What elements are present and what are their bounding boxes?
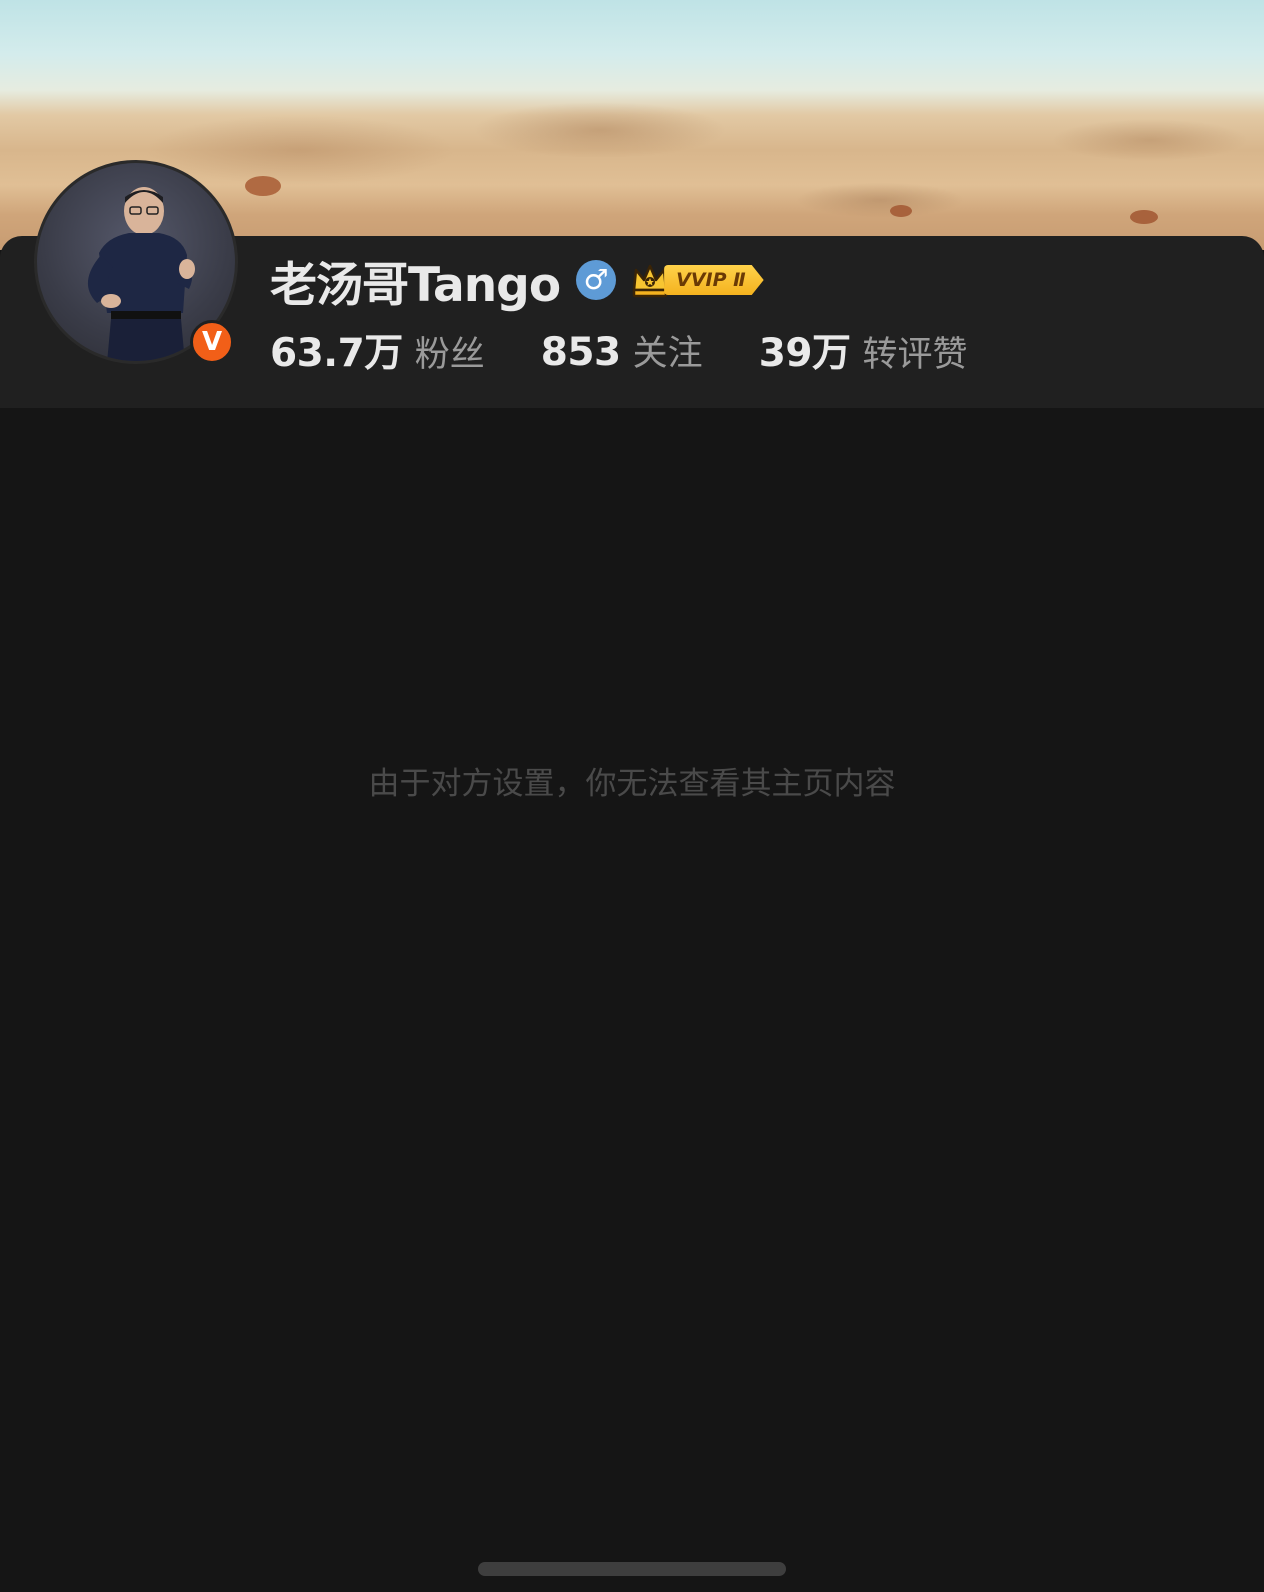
verified-v-icon: V [190,320,234,364]
male-gender-icon: ♂ [576,260,617,300]
stats-row: 63.7万 粉丝 853 关注 39万 转评赞 [270,322,1023,378]
home-indicator[interactable] [478,1562,786,1576]
privacy-restriction-message: 由于对方设置，你无法查看其主页内容 [368,766,896,802]
vvip-badge[interactable]: VVIP Ⅱ [630,260,764,300]
username: 老汤哥Tango [270,257,561,313]
vvip-label: VVIP Ⅱ [664,265,764,295]
name-row: 老汤哥Tango ♂ VVIP Ⅱ [270,250,764,313]
cover-pebble [890,205,912,217]
stat-fans-value: 63.7万 [270,331,403,376]
stat-following[interactable]: 853 关注 [541,325,703,376]
cover-pebble [245,176,281,196]
stat-following-label: 关注 [632,333,703,374]
stat-fans[interactable]: 63.7万 粉丝 [270,322,485,378]
stat-interactions[interactable]: 39万 转评赞 [759,322,968,378]
stat-following-value: 853 [540,329,621,375]
stat-interactions-label: 转评赞 [862,335,968,375]
stat-fans-label: 粉丝 [414,335,485,375]
cover-pebble [1130,210,1158,224]
stat-interactions-value: 39万 [758,331,851,376]
